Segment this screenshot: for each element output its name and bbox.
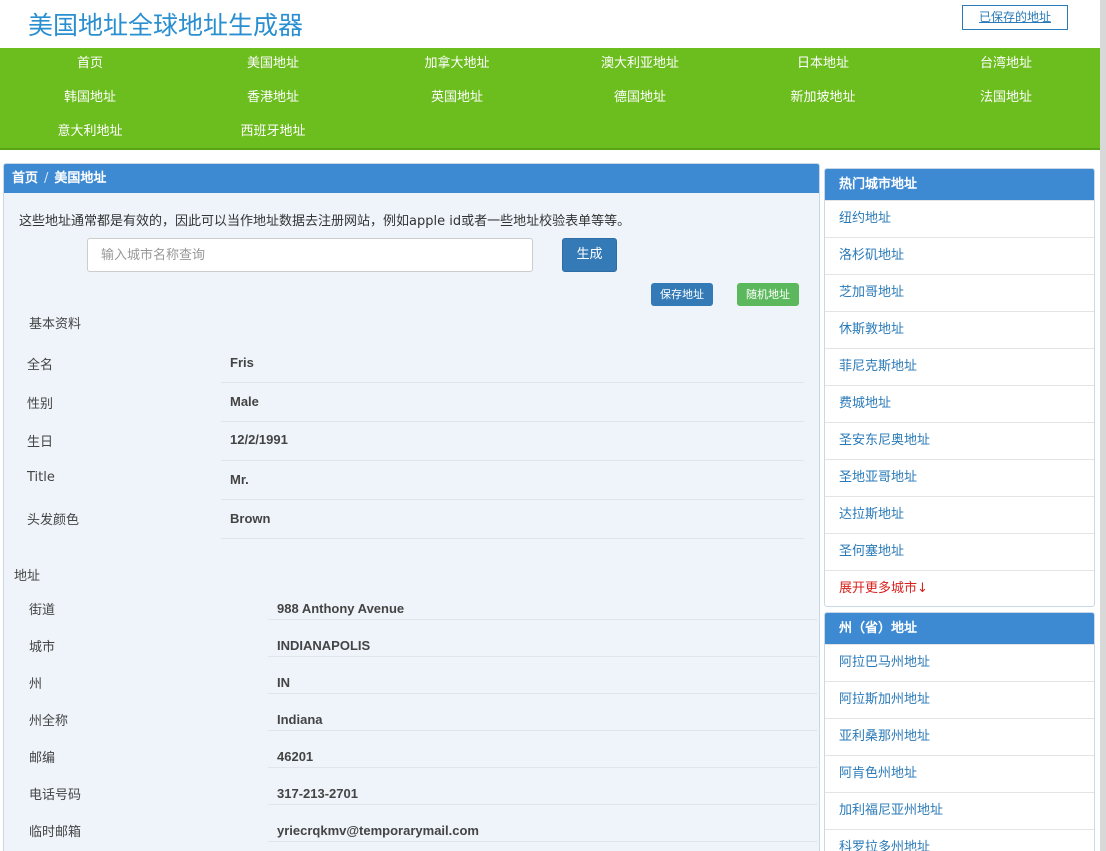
city-link[interactable]: 洛杉矶地址: [825, 237, 1094, 274]
popular-cities-panel: 热门城市地址 纽约地址 洛杉矶地址 芝加哥地址 休斯敦地址 菲尼克斯地址 费城地…: [824, 168, 1095, 607]
row-divider: [221, 499, 804, 500]
breadcrumb: 首页 / 美国地址: [4, 164, 819, 193]
show-more-cities-link[interactable]: 展开更多城市↓: [825, 570, 1094, 606]
city-link[interactable]: 芝加哥地址: [825, 274, 1094, 311]
hair-color-label: 头发颜色: [27, 513, 80, 528]
address-heading: 地址: [14, 569, 41, 584]
city-link[interactable]: 费城地址: [825, 385, 1094, 422]
save-address-button[interactable]: 保存地址: [651, 283, 713, 306]
fullname-label: 全名: [27, 358, 54, 373]
phone-value: 317-213-2701: [277, 786, 358, 801]
row-divider: [268, 730, 817, 731]
breadcrumb-current: 美国地址: [54, 171, 107, 186]
birthday-label: 生日: [27, 435, 54, 450]
site-header: 美国地址全球地址生成器 已保存的地址: [0, 0, 1100, 48]
city-search-input[interactable]: [87, 238, 533, 272]
street-label: 街道: [29, 603, 56, 618]
title-label: Title: [27, 470, 55, 485]
city-label: 城市: [29, 640, 56, 655]
nav-item-spain[interactable]: 西班牙地址: [193, 122, 353, 142]
row-divider: [221, 460, 804, 461]
intro-text: 这些地址通常都是有效的，因此可以当作地址数据去注册网站，例如apple id或者…: [19, 214, 631, 229]
gender-label: 性别: [27, 397, 54, 412]
nav-item-singapore[interactable]: 新加坡地址: [743, 88, 903, 108]
nav-item-australia[interactable]: 澳大利亚地址: [560, 54, 720, 74]
temp-email-label: 临时邮箱: [29, 825, 82, 840]
title-value: Mr.: [230, 472, 249, 487]
state-link[interactable]: 阿拉斯加州地址: [825, 681, 1094, 718]
nav-item-germany[interactable]: 德国地址: [560, 88, 720, 108]
nav-item-us[interactable]: 美国地址: [193, 54, 353, 74]
saved-addresses-link[interactable]: 已保存的地址: [962, 5, 1068, 30]
nav-item-japan[interactable]: 日本地址: [743, 54, 903, 74]
row-divider: [268, 619, 817, 620]
states-panel: 州（省）地址 阿拉巴马州地址 阿拉斯加州地址 亚利桑那州地址 阿肯色州地址 加利…: [824, 612, 1095, 851]
generate-button[interactable]: 生成: [562, 238, 617, 272]
gender-value: Male: [230, 394, 259, 409]
state-value: IN: [277, 675, 290, 690]
breadcrumb-home[interactable]: 首页: [12, 171, 38, 186]
basic-info-heading: 基本资料: [29, 317, 82, 332]
nav-item-taiwan[interactable]: 台湾地址: [926, 54, 1086, 74]
site-title[interactable]: 美国地址全球地址生成器: [28, 6, 303, 42]
state-fullname-value: Indiana: [277, 712, 323, 727]
city-link[interactable]: 圣何塞地址: [825, 533, 1094, 570]
state-label: 州: [29, 677, 43, 692]
row-divider: [268, 767, 817, 768]
breadcrumb-separator: /: [44, 171, 49, 186]
city-link[interactable]: 休斯敦地址: [825, 311, 1094, 348]
fullname-value: Fris: [230, 355, 254, 370]
nav-item-france[interactable]: 法国地址: [926, 88, 1086, 108]
city-value: INDIANAPOLIS: [277, 638, 371, 653]
temp-email-value[interactable]: yriecrqkmv@temporarymail.com: [277, 823, 479, 838]
state-link[interactable]: 亚利桑那州地址: [825, 718, 1094, 755]
nav-item-canada[interactable]: 加拿大地址: [377, 54, 537, 74]
city-link[interactable]: 纽约地址: [825, 200, 1094, 237]
city-link[interactable]: 达拉斯地址: [825, 496, 1094, 533]
address-panel: 首页 / 美国地址 这些地址通常都是有效的，因此可以当作地址数据去注册网站，例如ap…: [3, 163, 820, 851]
state-fullname-label: 州全称: [29, 714, 69, 729]
states-heading: 州（省）地址: [825, 613, 1094, 644]
row-divider: [221, 382, 804, 383]
row-divider: [221, 421, 804, 422]
popular-cities-heading: 热门城市地址: [825, 169, 1094, 200]
row-divider: [268, 693, 817, 694]
nav-item-uk[interactable]: 英国地址: [377, 88, 537, 108]
row-divider: [268, 841, 817, 842]
row-divider: [221, 538, 804, 539]
random-address-button[interactable]: 随机地址: [737, 283, 799, 306]
city-link[interactable]: 圣地亚哥地址: [825, 459, 1094, 496]
hair-color-value: Brown: [230, 511, 271, 526]
nav-item-korea[interactable]: 韩国地址: [10, 88, 170, 108]
city-link[interactable]: 菲尼克斯地址: [825, 348, 1094, 385]
state-link[interactable]: 加利福尼亚州地址: [825, 792, 1094, 829]
state-link[interactable]: 阿拉巴马州地址: [825, 644, 1094, 681]
row-divider: [268, 656, 817, 657]
zipcode-value: 46201: [277, 749, 314, 764]
state-link[interactable]: 科罗拉多州地址: [825, 829, 1094, 851]
state-link[interactable]: 阿肯色州地址: [825, 755, 1094, 792]
page-scrollbar[interactable]: [1100, 0, 1106, 851]
city-link[interactable]: 圣安东尼奥地址: [825, 422, 1094, 459]
nav-item-home[interactable]: 首页: [10, 54, 170, 74]
country-nav: 首页 美国地址 加拿大地址 澳大利亚地址 日本地址 台湾地址 韩国地址 香港地址…: [0, 48, 1100, 150]
zipcode-label: 邮编: [29, 751, 56, 766]
nav-item-hongkong[interactable]: 香港地址: [193, 88, 353, 108]
phone-label: 电话号码: [29, 788, 82, 803]
birthday-value: 12/2/1991: [230, 432, 288, 447]
row-divider: [268, 804, 817, 805]
street-value: 988 Anthony Avenue: [277, 601, 405, 616]
nav-item-italy[interactable]: 意大利地址: [10, 122, 170, 142]
